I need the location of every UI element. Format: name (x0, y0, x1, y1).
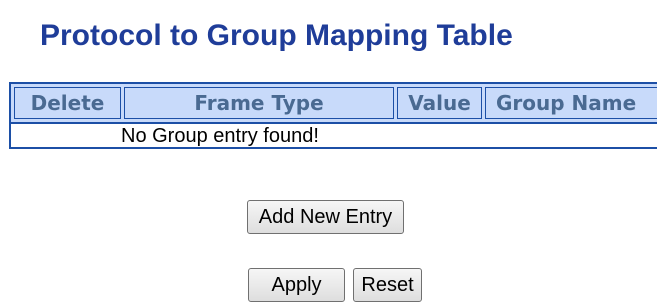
reset-button[interactable]: Reset (353, 268, 422, 302)
column-header-group-name: Group Name (485, 87, 657, 119)
page-title: Protocol to Group Mapping Table (40, 19, 513, 52)
add-new-entry-button[interactable]: Add New Entry (247, 200, 404, 234)
table-row-empty: No Group entry found! (11, 122, 657, 147)
column-header-delete: Delete (14, 87, 121, 119)
protocol-group-mapping-table: Delete Frame Type Value Group Name No Gr… (9, 82, 657, 149)
table-header-row: Delete Frame Type Value Group Name (11, 84, 657, 122)
column-header-frame-type: Frame Type (124, 87, 394, 119)
column-header-value: Value (397, 87, 482, 119)
empty-table-message: No Group entry found! (121, 125, 319, 147)
apply-button[interactable]: Apply (248, 268, 345, 302)
